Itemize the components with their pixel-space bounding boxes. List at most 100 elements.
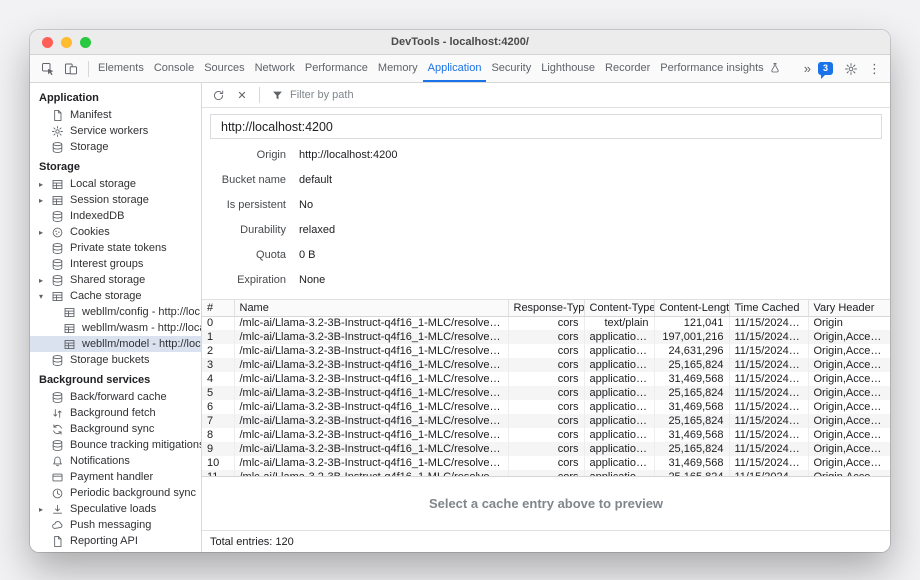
cache-entry-row[interactable]: 7/mlc-ai/Llama-3.2-3B-Instruct-q4f16_1-M… xyxy=(202,414,890,428)
inspect-element-button[interactable] xyxy=(37,59,58,79)
tab-application[interactable]: Application xyxy=(423,55,487,82)
sidebar-item-storage-buckets[interactable]: Storage buckets xyxy=(30,352,201,368)
sidebar-item-interest-groups[interactable]: Interest groups xyxy=(30,256,201,272)
sidebar-item-periodic-background-sync[interactable]: Periodic background sync xyxy=(30,485,201,501)
column-header-vary-header[interactable]: Vary Header xyxy=(808,300,890,316)
refresh-button[interactable] xyxy=(207,85,229,105)
column-header-response-type[interactable]: Response-Type xyxy=(508,300,584,316)
cell-vary-header: Origin,Access… xyxy=(808,344,890,358)
cell-time-cached: 11/15/2024, 10… xyxy=(729,470,808,477)
cache-entry-row[interactable]: 8/mlc-ai/Llama-3.2-3B-Instruct-q4f16_1-M… xyxy=(202,428,890,442)
expand-arrow-icon[interactable]: ▾ xyxy=(39,292,50,301)
tab-label: Recorder xyxy=(605,62,650,74)
cache-entry-row[interactable]: 11/mlc-ai/Llama-3.2-3B-Instruct-q4f16_1-… xyxy=(202,470,890,477)
sidebar-item-label: Periodic background sync xyxy=(70,487,196,499)
cache-entry-row[interactable]: 10/mlc-ai/Llama-3.2-3B-Instruct-q4f16_1-… xyxy=(202,456,890,470)
cache-entry-row[interactable]: 4/mlc-ai/Llama-3.2-3B-Instruct-q4f16_1-M… xyxy=(202,372,890,386)
cache-entry-row[interactable]: 2/mlc-ai/Llama-3.2-3B-Instruct-q4f16_1-M… xyxy=(202,344,890,358)
metadata-value: http://localhost:4200 xyxy=(299,149,397,162)
cell-content-length: 121,041 xyxy=(654,316,729,330)
tab-network[interactable]: Network xyxy=(250,55,300,82)
sidebar-item-back-forward-cache[interactable]: Back/forward cache xyxy=(30,389,201,405)
delete-selected-button[interactable]: ✕ xyxy=(231,85,253,105)
column-header-content-length[interactable]: Content-Length xyxy=(654,300,729,316)
sidebar-item-local-storage[interactable]: ▸Local storage xyxy=(30,176,201,192)
filter-by-path-input[interactable] xyxy=(290,89,510,101)
cell-content-length: 25,165,824 xyxy=(654,470,729,477)
tab-sources[interactable]: Sources xyxy=(199,55,249,82)
sidebar-item-notifications[interactable]: Notifications xyxy=(30,453,201,469)
column-header-time-cached[interactable]: Time Cached xyxy=(729,300,808,316)
cache-entry-row[interactable]: 9/mlc-ai/Llama-3.2-3B-Instruct-q4f16_1-M… xyxy=(202,442,890,456)
cache-entry-row[interactable]: 5/mlc-ai/Llama-3.2-3B-Instruct-q4f16_1-M… xyxy=(202,386,890,400)
sidebar-item-session-storage[interactable]: ▸Session storage xyxy=(30,192,201,208)
tab-console[interactable]: Console xyxy=(149,55,199,82)
sidebar-item-bounce-tracking-mitigations[interactable]: Bounce tracking mitigations xyxy=(30,437,201,453)
tab-performance-insights[interactable]: Performance insights xyxy=(655,55,792,82)
sidebar-item-cache-storage[interactable]: ▾Cache storage xyxy=(30,288,201,304)
sidebar-item-label: Cookies xyxy=(70,226,110,238)
cache-entry-row[interactable]: 1/mlc-ai/Llama-3.2-3B-Instruct-q4f16_1-M… xyxy=(202,330,890,344)
sidebar-item-label: webllm/model - http://loc… xyxy=(82,338,201,350)
sidebar-item-webllm-wasm-http-loca[interactable]: webllm/wasm - http://loca… xyxy=(30,320,201,336)
column-header-content-type[interactable]: Content-Type xyxy=(584,300,654,316)
cache-entry-row[interactable]: 0/mlc-ai/Llama-3.2-3B-Instruct-q4f16_1-M… xyxy=(202,316,890,330)
sidebar-item-payment-handler[interactable]: Payment handler xyxy=(30,469,201,485)
minimize-button[interactable] xyxy=(61,37,72,48)
sidebar-item-reporting-api[interactable]: Reporting API xyxy=(30,533,201,549)
table-icon xyxy=(62,337,77,351)
sidebar-item-cookies[interactable]: ▸ Cookies xyxy=(30,224,201,240)
expand-arrow-icon[interactable]: ▸ xyxy=(39,276,50,285)
tab-lighthouse[interactable]: Lighthouse xyxy=(536,55,600,82)
sidebar-item-label: Notifications xyxy=(70,455,130,467)
sidebar-item-label: Background sync xyxy=(70,423,154,435)
bell-icon xyxy=(50,454,65,468)
more-tabs-chevron-icon[interactable]: » xyxy=(804,61,811,76)
tab-label: Lighthouse xyxy=(541,62,595,74)
sidebar-item-service-workers[interactable]: Service workers xyxy=(30,123,201,139)
sidebar-item-background-sync[interactable]: Background sync xyxy=(30,421,201,437)
cell-time-cached: 11/15/2024, 10… xyxy=(729,344,808,358)
sidebar-item-label: Reporting API xyxy=(70,535,138,547)
cell-: 5 xyxy=(202,386,234,400)
cell-time-cached: 11/15/2024, 10… xyxy=(729,428,808,442)
sidebar-item-label: IndexedDB xyxy=(70,210,124,222)
clock-icon xyxy=(50,486,65,500)
issues-badge[interactable]: 3 xyxy=(818,62,833,75)
cell-name: /mlc-ai/Llama-3.2-3B-Instruct-q4f16_1-ML… xyxy=(234,470,508,477)
sidebar-item-background-fetch[interactable]: Background fetch xyxy=(30,405,201,421)
database-icon xyxy=(50,390,65,404)
tab-memory[interactable]: Memory xyxy=(373,55,423,82)
metadata-row-durability: Durabilityrelaxed xyxy=(202,224,890,237)
sidebar-item-push-messaging[interactable]: Push messaging xyxy=(30,517,201,533)
close-button[interactable] xyxy=(42,37,53,48)
toolbar-divider xyxy=(259,87,260,103)
tab-security[interactable]: Security xyxy=(486,55,536,82)
tab-recorder[interactable]: Recorder xyxy=(600,55,655,82)
sidebar-item-indexeddb[interactable]: IndexedDB xyxy=(30,208,201,224)
sidebar-item-storage[interactable]: Storage xyxy=(30,139,201,155)
device-toolbar-button[interactable] xyxy=(60,59,81,79)
sidebar-item-shared-storage[interactable]: ▸Shared storage xyxy=(30,272,201,288)
expand-arrow-icon[interactable]: ▸ xyxy=(39,505,50,514)
tab-elements[interactable]: Elements xyxy=(93,55,149,82)
expand-arrow-icon[interactable]: ▸ xyxy=(39,196,50,205)
column-header-[interactable]: # xyxy=(202,300,234,316)
sidebar-item-manifest[interactable]: Manifest xyxy=(30,107,201,123)
sidebar-section-title-storage: Storage xyxy=(30,155,201,176)
sidebar-item-private-state-tokens[interactable]: Private state tokens xyxy=(30,240,201,256)
zoom-button[interactable] xyxy=(80,37,91,48)
settings-gear-icon[interactable] xyxy=(840,59,861,79)
tab-performance[interactable]: Performance xyxy=(300,55,373,82)
sidebar-item-webllm-model-http-loc[interactable]: webllm/model - http://loc… xyxy=(30,336,201,352)
cell-content-length: 31,469,568 xyxy=(654,456,729,470)
cell-vary-header: Origin,Access… xyxy=(808,372,890,386)
sidebar-item-speculative-loads[interactable]: ▸Speculative loads xyxy=(30,501,201,517)
kebab-menu-icon[interactable]: ⋮ xyxy=(868,61,881,77)
sidebar-item-webllm-config-http-loc[interactable]: webllm/config - http://loc… xyxy=(30,304,201,320)
cache-entry-row[interactable]: 3/mlc-ai/Llama-3.2-3B-Instruct-q4f16_1-M… xyxy=(202,358,890,372)
cache-entry-row[interactable]: 6/mlc-ai/Llama-3.2-3B-Instruct-q4f16_1-M… xyxy=(202,400,890,414)
expand-arrow-icon[interactable]: ▸ xyxy=(39,228,50,237)
expand-arrow-icon[interactable]: ▸ xyxy=(39,180,50,189)
column-header-name[interactable]: Name xyxy=(234,300,508,316)
